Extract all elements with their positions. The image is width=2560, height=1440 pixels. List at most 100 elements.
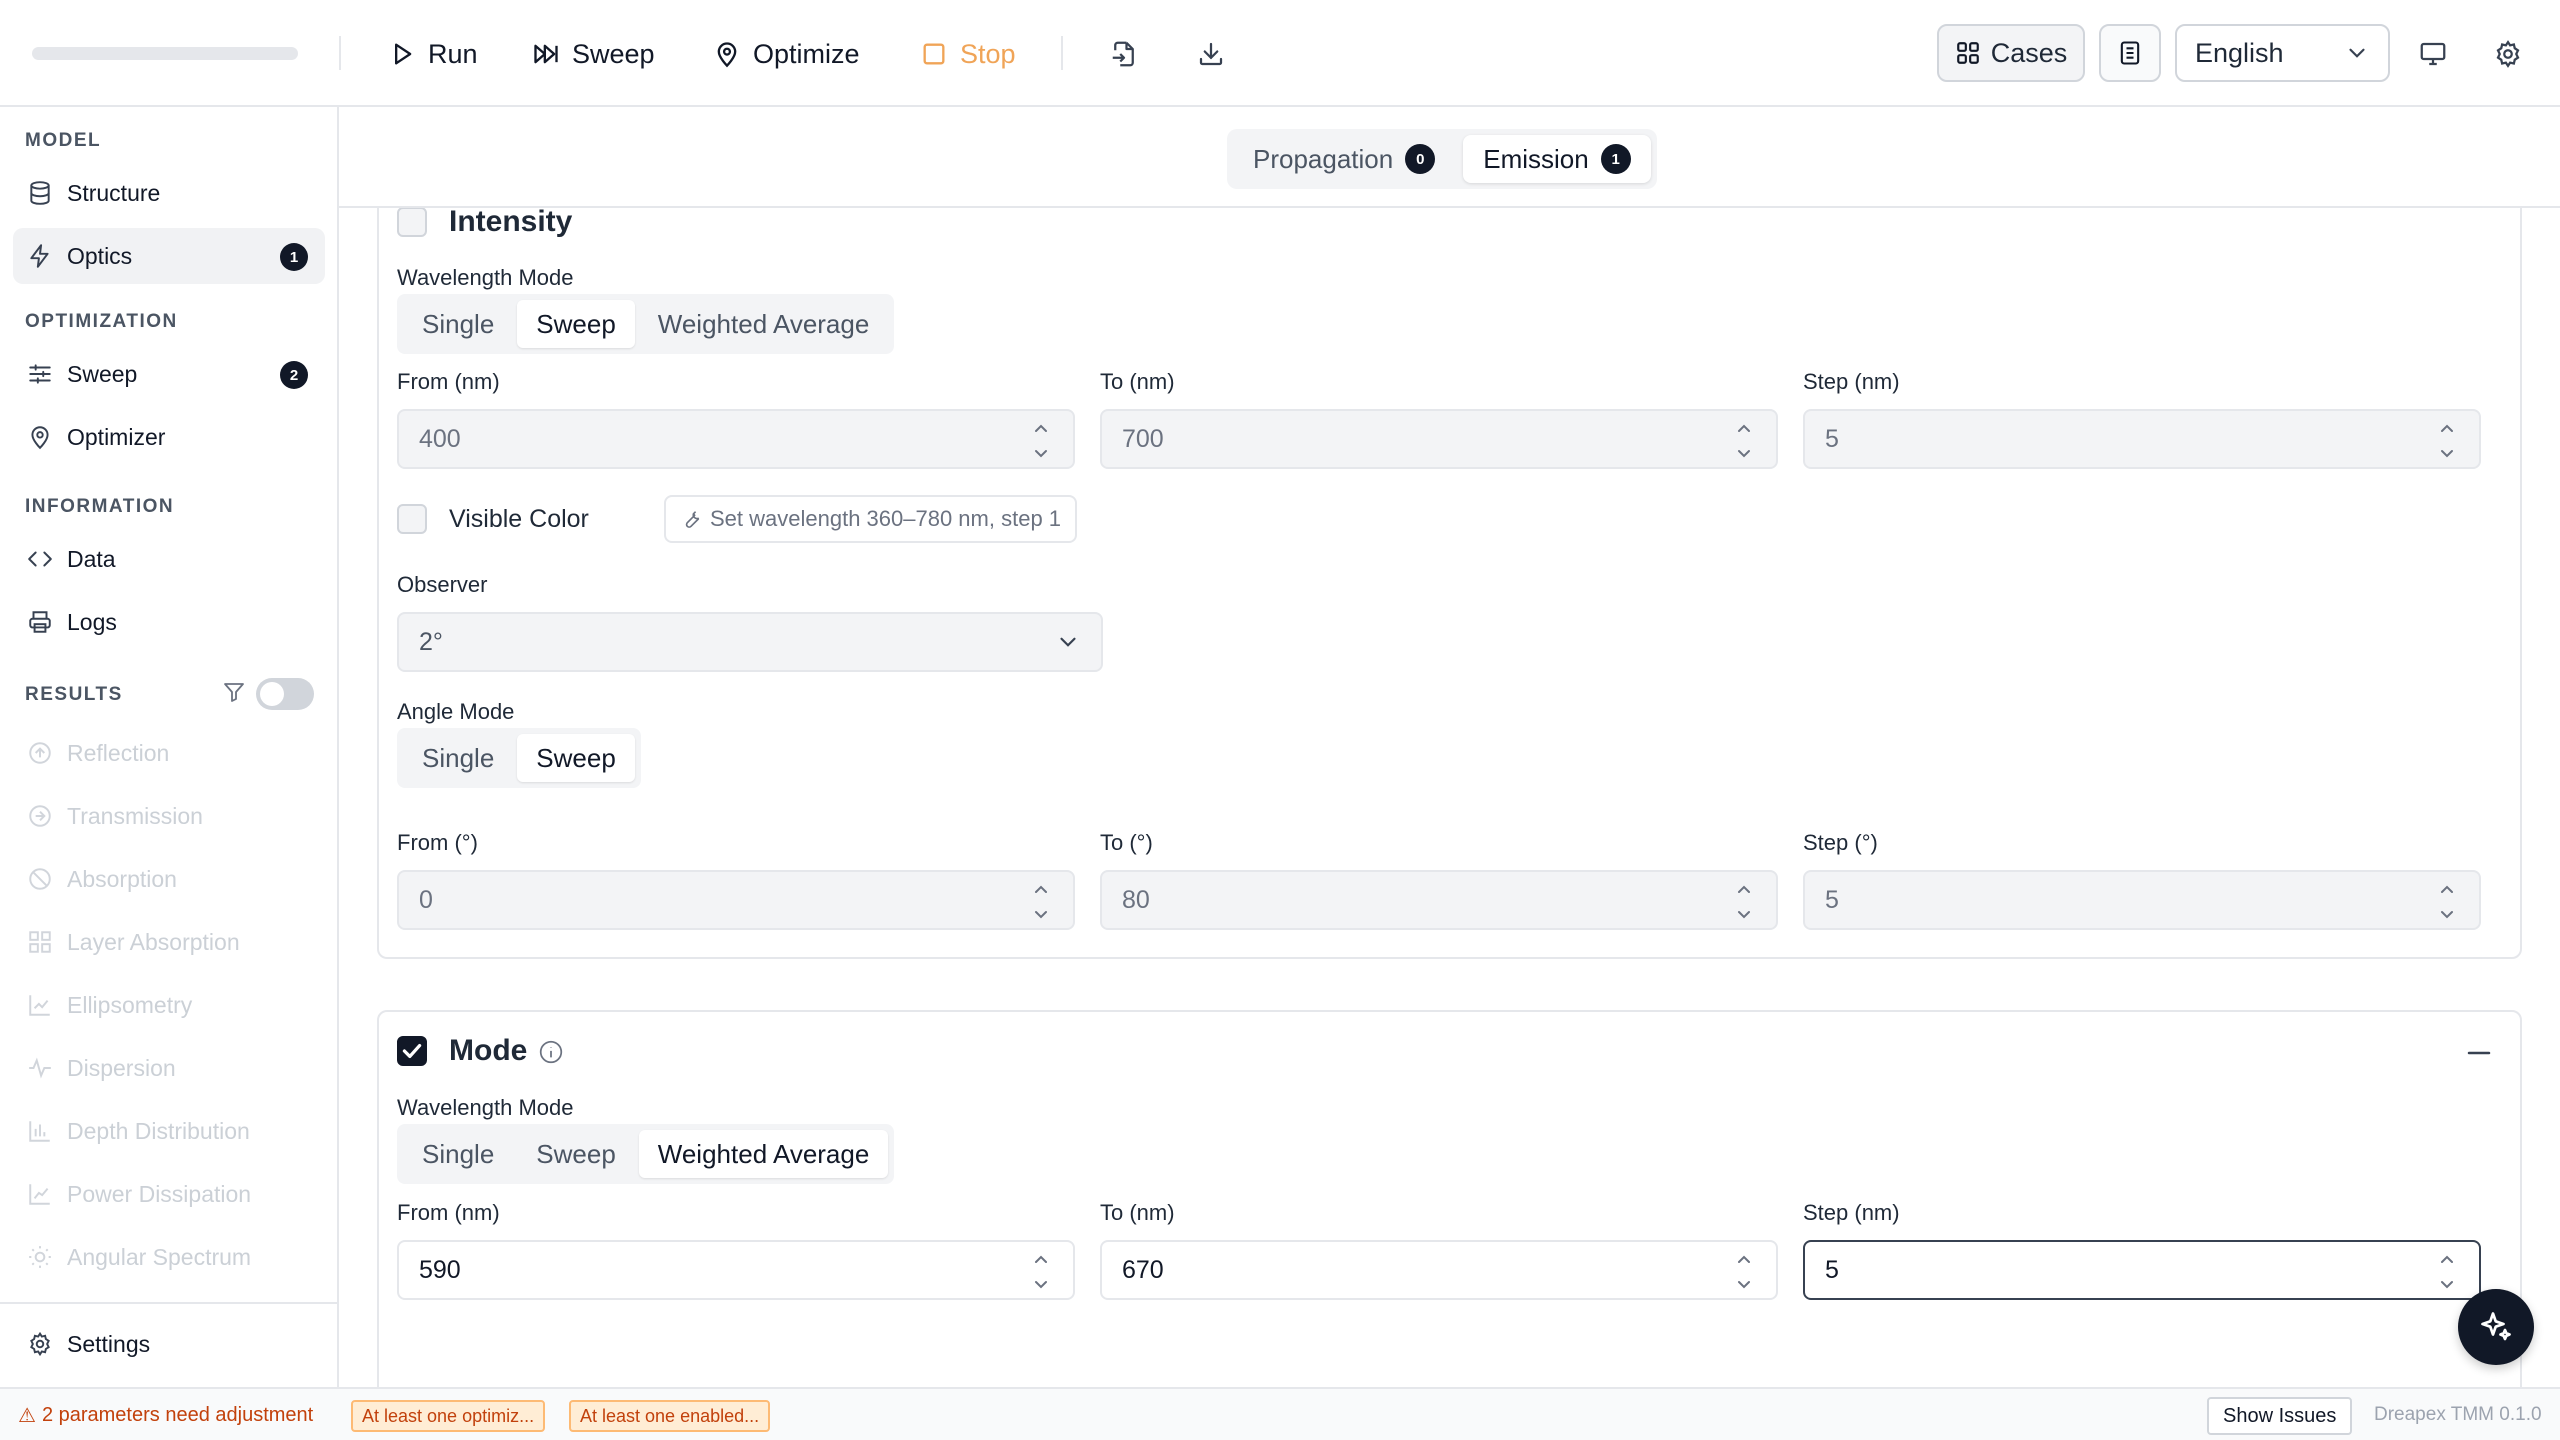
stepper-icon[interactable]: [1031, 1250, 1051, 1294]
sidebar-item-label: Transmission: [67, 802, 203, 829]
mode-to-input[interactable]: 670: [1100, 1240, 1778, 1300]
app-logo-placeholder: [32, 47, 298, 60]
to-nm-label: To (nm): [1100, 1200, 1175, 1225]
lightning-icon: [30, 244, 49, 268]
display-button[interactable]: [2413, 34, 2453, 74]
angle-mode-label: Angle Mode: [397, 699, 515, 724]
segment-single[interactable]: Single: [403, 1130, 513, 1178]
from-nm-label: From (nm): [397, 369, 500, 394]
sidebar-item-structure[interactable]: Structure: [13, 165, 325, 221]
tab-emission[interactable]: Emission 1: [1463, 135, 1651, 183]
sidebar-item-label: Logs: [67, 608, 117, 635]
angle-from-label: From (°): [397, 830, 478, 855]
intensity-step-input[interactable]: 5: [1803, 409, 2481, 469]
stepper-icon[interactable]: [2437, 1250, 2457, 1294]
sidebar-item-angular-spectrum[interactable]: Angular Spectrum: [13, 1229, 325, 1285]
sidebar-item-sweep[interactable]: Sweep 2: [13, 346, 325, 402]
monitor-icon: [2420, 42, 2446, 66]
segment-weighted-average[interactable]: Weighted Average: [638, 1130, 889, 1178]
status-bar: ⚠ 2 parameters need adjustment At least …: [0, 1387, 2560, 1440]
stop-button[interactable]: Stop: [920, 30, 1016, 78]
sweep-button[interactable]: Sweep: [532, 30, 655, 78]
stepper-icon[interactable]: [2437, 880, 2457, 924]
issue-chip[interactable]: At least one enabled...: [569, 1400, 771, 1432]
download-button[interactable]: [1191, 34, 1231, 74]
sidebar-item-label: Absorption: [67, 865, 177, 892]
sidebar-item-transmission[interactable]: Transmission: [13, 788, 325, 844]
collapse-icon[interactable]: [2464, 1038, 2494, 1068]
angle-to-input[interactable]: 80: [1100, 870, 1778, 930]
sidebar-item-optics[interactable]: Optics 1: [13, 228, 325, 284]
tab-group: Propagation 0 Emission 1: [1227, 129, 1657, 189]
sidebar-item-ellipsometry[interactable]: Ellipsometry: [13, 977, 325, 1033]
intensity-from-input[interactable]: 400: [397, 409, 1075, 469]
stepper-icon[interactable]: [1734, 1250, 1754, 1294]
visible-color-checkbox[interactable]: [397, 504, 427, 534]
segment-sweep[interactable]: Sweep: [517, 300, 635, 348]
tab-propagation[interactable]: Propagation 0: [1233, 135, 1455, 183]
mode-from-input[interactable]: 590: [397, 1240, 1075, 1300]
angle-mode-segmented: Single Sweep: [397, 728, 641, 788]
step-nm-label: Step (nm): [1803, 369, 1900, 394]
count-badge: 0: [1405, 144, 1436, 174]
stepper-icon[interactable]: [1734, 419, 1754, 463]
sidebar-item-label: Optics: [67, 242, 133, 269]
stepper-icon[interactable]: [1031, 880, 1051, 924]
observer-select[interactable]: 2°: [397, 612, 1103, 672]
step-value: 5: [1825, 424, 1839, 453]
status-warning[interactable]: ⚠ 2 parameters need adjustment: [18, 1403, 313, 1428]
run-button[interactable]: Run: [388, 30, 478, 78]
segment-sweep[interactable]: Sweep: [517, 734, 635, 782]
segment-weighted-average[interactable]: Weighted Average: [639, 300, 889, 348]
sidebar-item-label: Settings: [67, 1330, 151, 1357]
stepper-icon[interactable]: [1734, 880, 1754, 924]
intensity-to-input[interactable]: 700: [1100, 409, 1778, 469]
stepper-icon[interactable]: [1031, 419, 1051, 463]
sidebar-divider: [0, 1302, 339, 1304]
sidebar-item-depth-distribution[interactable]: Depth Distribution: [13, 1103, 325, 1159]
intensity-checkbox[interactable]: [397, 207, 427, 237]
sidebar-item-reflection[interactable]: Reflection: [13, 725, 325, 781]
stepper-icon[interactable]: [2437, 419, 2457, 463]
from-value: 400: [419, 424, 461, 453]
filter-icon[interactable]: [222, 680, 246, 704]
sidebar-item-layer-absorption[interactable]: Layer Absorption: [13, 914, 325, 970]
trend-chart-icon: [29, 1184, 50, 1205]
angle-from-input[interactable]: 0: [397, 870, 1075, 930]
mode-checkbox[interactable]: [397, 1036, 427, 1066]
intensity-wavelength-mode-segmented: Single Sweep Weighted Average: [397, 294, 895, 354]
sidebar-item-power-dissipation[interactable]: Power Dissipation: [13, 1166, 325, 1222]
sweep-label: Sweep: [572, 38, 655, 69]
sidebar-item-settings[interactable]: Settings: [13, 1316, 325, 1372]
sidebar-item-optimizer[interactable]: Optimizer: [13, 409, 325, 465]
sidebar-item-label: Structure: [67, 179, 161, 206]
show-issues-button[interactable]: Show Issues: [2207, 1397, 2353, 1435]
gear-icon: [30, 1331, 50, 1357]
issue-chip[interactable]: At least one optimiz...: [351, 1400, 546, 1432]
notes-button[interactable]: [2099, 24, 2161, 82]
sidebar-item-logs[interactable]: Logs: [13, 594, 325, 650]
results-filter-toggle[interactable]: [256, 678, 314, 710]
set-wavelength-button[interactable]: Set wavelength 360–780 nm, step 1: [664, 495, 1078, 543]
segment-sweep[interactable]: Sweep: [517, 1130, 635, 1178]
sidebar-item-dispersion[interactable]: Dispersion: [13, 1040, 325, 1096]
segment-single[interactable]: Single: [403, 300, 513, 348]
language-select[interactable]: English: [2175, 24, 2390, 82]
segment-single[interactable]: Single: [403, 734, 513, 782]
language-value: English: [2195, 37, 2284, 68]
download-icon: [1199, 42, 1223, 66]
cases-button[interactable]: Cases: [1937, 24, 2085, 82]
settings-gear-button[interactable]: [2488, 34, 2528, 74]
database-icon: [30, 181, 50, 205]
info-icon[interactable]: [538, 1039, 564, 1065]
import-button[interactable]: [1104, 34, 1144, 74]
printer-icon: [29, 611, 51, 633]
mode-step-input[interactable]: 5: [1803, 1240, 2481, 1300]
sidebar-item-label: Optimizer: [67, 423, 166, 450]
sidebar-item-absorption[interactable]: Absorption: [13, 851, 325, 907]
ai-assistant-button[interactable]: [2458, 1289, 2534, 1365]
angle-step-input[interactable]: 5: [1803, 870, 2481, 930]
sidebar-item-data[interactable]: Data: [13, 531, 325, 587]
optimize-button[interactable]: Optimize: [713, 30, 860, 78]
gear-icon: [2496, 40, 2520, 68]
